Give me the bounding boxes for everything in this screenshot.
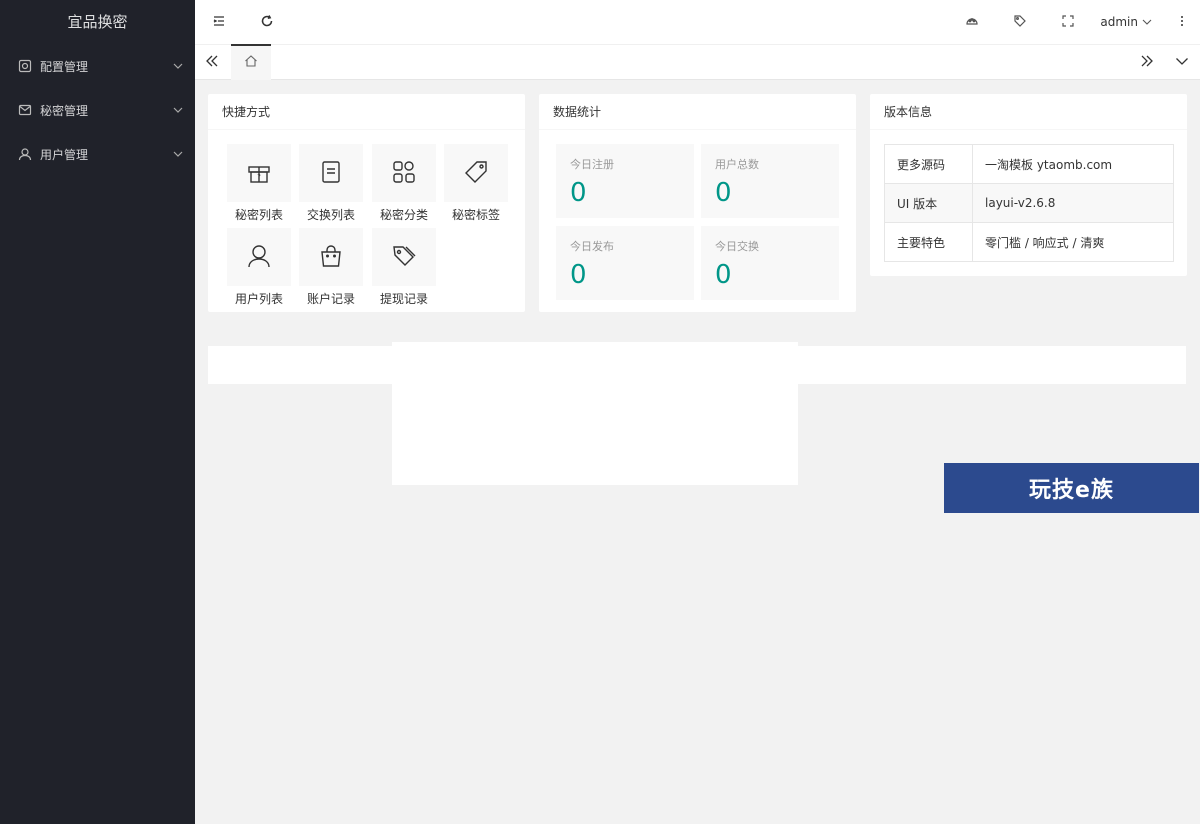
theme-icon — [965, 14, 979, 31]
version-card: 版本信息 更多源码 一淘模板 ytaomb.com UI 版本 layui-v2… — [870, 94, 1187, 276]
version-value: layui-v2.6.8 — [972, 183, 1174, 223]
shortcuts-card: 快捷方式 ? 秘密列表 交换列表 秘密分类 秘密标签 用户列表 账户记录 提现记… — [208, 94, 525, 312]
more-button[interactable] — [1164, 0, 1200, 44]
shortcut-user-list[interactable]: 用户列表 — [226, 228, 292, 308]
bag-icon — [318, 243, 344, 272]
tag-button[interactable] — [996, 0, 1044, 44]
user-name: admin — [1100, 15, 1138, 29]
chevron-down-icon — [173, 61, 183, 71]
fullscreen-button[interactable] — [1044, 0, 1092, 44]
card-title: 版本信息 — [870, 94, 1187, 130]
shortcut-secret-category[interactable]: 秘密分类 — [371, 144, 437, 224]
stat-value: 0 — [715, 260, 732, 290]
theme-button[interactable] — [948, 0, 996, 44]
settings-icon — [18, 59, 32, 73]
menu-fold-button[interactable] — [195, 0, 243, 44]
version-key: 主要特色 — [884, 222, 973, 262]
gift-box-icon: ? — [246, 159, 272, 188]
tags-icon — [391, 243, 417, 272]
sidebar-item-config[interactable]: 配置管理 — [0, 44, 195, 88]
stat-today-register: 今日注册 0 — [556, 144, 694, 218]
menu-fold-icon — [212, 14, 226, 31]
shortcut-label: 账户记录 — [306, 292, 355, 306]
blank-overlay — [392, 342, 798, 485]
refresh-button[interactable] — [243, 0, 291, 44]
stat-label: 今日注册 — [570, 158, 614, 171]
refresh-icon — [260, 14, 274, 31]
sidebar-item-users[interactable]: 用户管理 — [0, 132, 195, 176]
shortcut-label: 提现记录 — [379, 292, 428, 306]
shortcut-account-log[interactable]: 账户记录 — [298, 228, 364, 308]
fullscreen-icon — [1062, 14, 1074, 30]
stat-value: 0 — [715, 178, 732, 208]
sidebar-item-label: 配置管理 — [40, 59, 89, 74]
card-title: 快捷方式 — [208, 94, 525, 130]
shortcut-secret-tag[interactable]: 秘密标签 — [443, 144, 509, 224]
tag-icon — [1013, 14, 1027, 31]
shortcut-label: 秘密标签 — [451, 208, 500, 222]
stat-label: 今日发布 — [570, 240, 614, 253]
tab-bar — [195, 44, 1200, 80]
shortcut-withdraw-log[interactable]: 提现记录 — [371, 228, 437, 308]
stat-label: 今日交换 — [715, 240, 759, 253]
stat-today-publish: 今日发布 0 — [556, 226, 694, 300]
app-logo[interactable]: 宜品换密 — [0, 0, 195, 44]
tab-home[interactable] — [231, 44, 271, 80]
shortcut-secret-list[interactable]: ? 秘密列表 — [226, 144, 292, 224]
user-icon — [18, 147, 32, 161]
shortcut-label: 交换列表 — [306, 208, 355, 222]
version-key: UI 版本 — [884, 183, 973, 223]
home-icon — [244, 54, 258, 71]
version-value: 零门槛 / 响应式 / 清爽 — [972, 222, 1174, 262]
version-table: 更多源码 一淘模板 ytaomb.com UI 版本 layui-v2.6.8 … — [884, 144, 1174, 262]
chevron-down-icon — [1175, 54, 1189, 71]
watermark-logo: 玩技e族 — [944, 463, 1199, 513]
sidebar: 宜品换密 配置管理 秘密管理 用户管理 — [0, 0, 195, 824]
sidebar-item-label: 用户管理 — [40, 147, 89, 162]
table-row: UI 版本 layui-v2.6.8 — [884, 183, 1174, 223]
more-icon — [1180, 15, 1184, 30]
sidebar-item-secrets[interactable]: 秘密管理 — [0, 88, 195, 132]
stat-today-exchange: 今日交换 0 — [701, 226, 839, 300]
sidebar-item-label: 秘密管理 — [40, 103, 89, 118]
stat-value: 0 — [570, 178, 587, 208]
stats-card: 数据统计 今日注册 0 用户总数 0 今日发布 0 今日交换 0 — [539, 94, 856, 312]
tab-menu-button[interactable] — [1164, 45, 1200, 80]
user-menu[interactable]: admin — [1092, 0, 1164, 44]
tag-icon — [463, 159, 489, 188]
tab-scroll-left-button[interactable] — [195, 45, 229, 80]
tab-scroll-right-button[interactable] — [1130, 45, 1164, 80]
stat-total-users: 用户总数 0 — [701, 144, 839, 218]
top-header: admin — [195, 0, 1200, 44]
mail-icon — [18, 103, 32, 117]
table-row: 更多源码 一淘模板 ytaomb.com — [884, 144, 1174, 184]
shortcut-label: 用户列表 — [234, 292, 283, 306]
chevron-down-icon — [1142, 17, 1152, 27]
stat-value: 0 — [570, 260, 587, 290]
shortcut-label: 秘密分类 — [379, 208, 428, 222]
double-chevron-left-icon — [205, 54, 219, 71]
shortcut-exchange-list[interactable]: 交换列表 — [298, 144, 364, 224]
chevron-down-icon — [173, 105, 183, 115]
table-row: 主要特色 零门槛 / 响应式 / 清爽 — [884, 222, 1174, 262]
apps-icon — [391, 159, 417, 188]
user-icon — [246, 243, 272, 272]
version-value: 一淘模板 ytaomb.com — [972, 144, 1174, 184]
version-key: 更多源码 — [884, 144, 973, 184]
stat-label: 用户总数 — [715, 158, 759, 171]
chevron-down-icon — [173, 149, 183, 159]
note-icon — [318, 159, 344, 188]
svg-text:?: ? — [257, 173, 261, 181]
card-title: 数据统计 — [539, 94, 856, 130]
double-chevron-right-icon — [1140, 54, 1154, 71]
shortcut-label: 秘密列表 — [234, 208, 283, 222]
